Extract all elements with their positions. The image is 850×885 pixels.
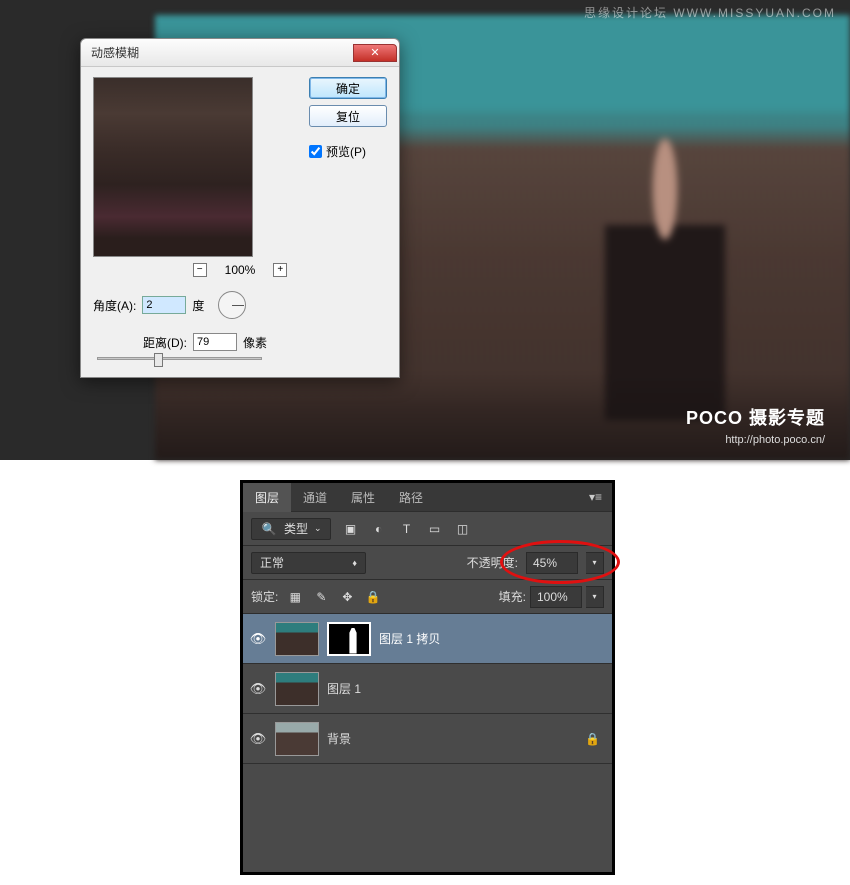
tab-paths[interactable]: 路径	[387, 483, 435, 512]
close-icon: ✕	[370, 46, 379, 59]
layer-row[interactable]: 👁 图层 1	[243, 664, 612, 714]
distance-slider[interactable]	[97, 357, 262, 360]
layers-list: 👁 图层 1 拷贝 👁 图层 1 👁 背景 🔒	[243, 613, 612, 764]
lock-transparent-icon[interactable]: ▦	[286, 589, 304, 605]
layer-name[interactable]: 图层 1	[327, 680, 606, 697]
blend-opacity-row: 正常 ♦ 不透明度: 45% ▾	[243, 545, 612, 579]
panel-tabs: 图层 通道 属性 路径 ▾≡	[243, 483, 612, 511]
filter-shape-icon[interactable]: ▭	[427, 521, 443, 537]
visibility-toggle[interactable]: 👁	[249, 731, 267, 747]
watermark-top: 思缘设计论坛 WWW.MISSYUAN.COM	[584, 4, 836, 21]
filter-type-icon[interactable]: T	[399, 521, 415, 537]
opacity-dropdown-arrow[interactable]: ▾	[586, 552, 604, 574]
visibility-toggle[interactable]: 👁	[249, 681, 267, 697]
chevron-down-icon: ⌄	[314, 523, 322, 534]
lock-label: 锁定:	[251, 588, 278, 605]
opacity-label: 不透明度:	[467, 554, 518, 571]
preview-checkbox-row[interactable]: 预览(P)	[309, 143, 387, 160]
angle-wheel[interactable]	[218, 291, 246, 319]
layer-name[interactable]: 图层 1 拷贝	[379, 630, 606, 647]
opacity-value: 45%	[533, 556, 557, 570]
dialog-titlebar[interactable]: 动感模糊 ✕	[81, 39, 399, 67]
distance-label: 距离(D):	[143, 334, 187, 351]
layer-filter-row: 🔍 类型 ⌄ ▣ ◐ T ▭ ◫	[243, 511, 612, 545]
chevron-down-icon: ♦	[352, 558, 357, 568]
layers-panel: 图层 通道 属性 路径 ▾≡ 🔍 类型 ⌄ ▣ ◐ T ▭ ◫ 正常 ♦ 不透明…	[243, 483, 612, 872]
dialog-title: 动感模糊	[91, 44, 139, 61]
fill-dropdown-arrow[interactable]: ▾	[586, 586, 604, 608]
ok-button[interactable]: 确定	[309, 77, 387, 99]
layer-name[interactable]: 背景	[327, 730, 577, 747]
angle-unit: 度	[192, 297, 204, 314]
distance-input[interactable]	[193, 333, 237, 351]
opacity-input[interactable]: 45%	[526, 552, 578, 574]
blend-mode-dropdown[interactable]: 正常 ♦	[251, 552, 366, 574]
tab-properties[interactable]: 属性	[339, 483, 387, 512]
layer-thumbnail[interactable]	[275, 622, 319, 656]
poco-logo: POCO 摄影专题	[686, 404, 825, 430]
filter-smart-icon[interactable]: ◫	[455, 521, 471, 537]
lock-all-icon[interactable]: 🔒	[364, 589, 382, 605]
filter-kind-dropdown[interactable]: 🔍 类型 ⌄	[251, 518, 331, 540]
visibility-toggle[interactable]: 👁	[249, 631, 267, 647]
lock-icon: 🔒	[585, 732, 600, 746]
preview-label: 预览(P)	[326, 143, 366, 160]
distance-unit: 像素	[243, 334, 267, 351]
poco-url: http://photo.poco.cn/	[725, 434, 825, 446]
lock-position-icon[interactable]: ✥	[338, 589, 356, 605]
lock-fill-row: 锁定: ▦ ✎ ✥ 🔒 填充: 100% ▾	[243, 579, 612, 613]
motion-blur-dialog: 动感模糊 ✕ − 100% + 角度(A): 度 距离(D): 像素	[80, 38, 400, 378]
reset-button[interactable]: 复位	[309, 105, 387, 127]
layer-row[interactable]: 👁 图层 1 拷贝	[243, 614, 612, 664]
blend-mode-value: 正常	[260, 554, 284, 571]
close-button[interactable]: ✕	[353, 44, 397, 62]
fill-input[interactable]: 100%	[530, 586, 582, 608]
preview-checkbox[interactable]	[309, 145, 322, 158]
layer-row[interactable]: 👁 背景 🔒	[243, 714, 612, 764]
photo-subject	[605, 135, 725, 435]
filter-image-icon[interactable]: ▣	[343, 521, 359, 537]
filter-adjust-icon[interactable]: ◐	[371, 521, 387, 537]
search-icon: 🔍	[260, 522, 278, 536]
fill-label: 填充:	[499, 588, 526, 605]
slider-thumb[interactable]	[154, 353, 163, 367]
tab-channels[interactable]: 通道	[291, 483, 339, 512]
layer-mask-thumbnail[interactable]	[327, 622, 371, 656]
zoom-out-button[interactable]: −	[193, 263, 207, 277]
layer-thumbnail[interactable]	[275, 722, 319, 756]
fill-value: 100%	[537, 590, 568, 604]
zoom-in-button[interactable]: +	[273, 263, 287, 277]
panel-menu-icon[interactable]: ▾≡	[579, 490, 612, 504]
tab-layers[interactable]: 图层	[243, 483, 291, 512]
angle-label: 角度(A):	[93, 297, 136, 314]
preview-thumbnail	[93, 77, 253, 257]
lock-pixels-icon[interactable]: ✎	[312, 589, 330, 605]
zoom-level: 100%	[225, 263, 256, 277]
angle-input[interactable]	[142, 296, 186, 314]
layer-thumbnail[interactable]	[275, 672, 319, 706]
filter-kind-label: 类型	[284, 520, 308, 537]
